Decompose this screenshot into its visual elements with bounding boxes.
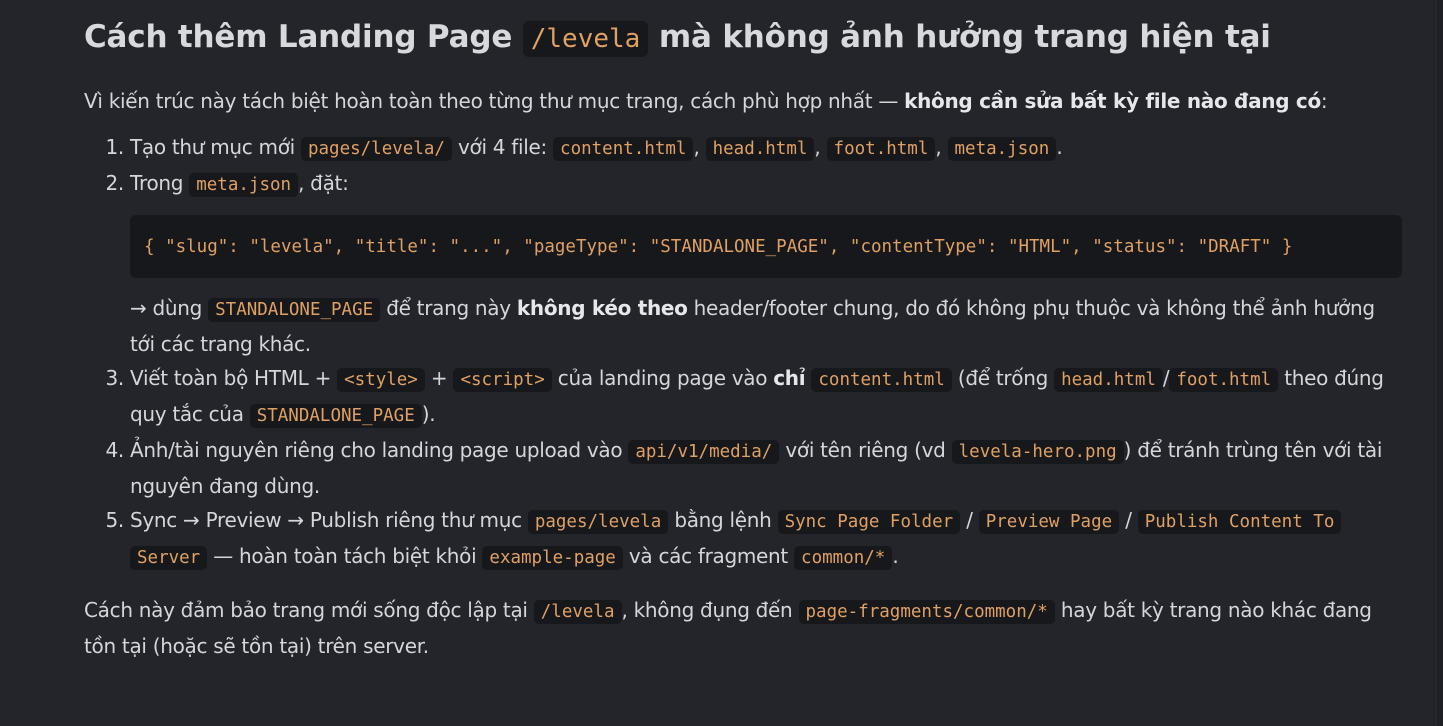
- inline-code: <style>: [337, 368, 425, 392]
- inline-code: example-page: [482, 546, 623, 570]
- bold-text: chỉ: [773, 366, 806, 390]
- step-note: → dùng STANDALONE_PAGE để trang này khôn…: [130, 296, 1375, 356]
- bold-text: không kéo theo: [516, 296, 688, 320]
- inline-code: Server: [130, 546, 208, 570]
- code-block[interactable]: { "slug": "levela", "title": "...", "pag…: [130, 215, 1402, 278]
- chat-message-content: Cách thêm Landing Page /levela mà không …: [84, 0, 1402, 663]
- inline-code: common/*: [794, 546, 893, 570]
- inline-code: meta.json: [189, 173, 299, 197]
- inline-code: pages/levela/: [300, 137, 452, 161]
- inline-code: content.html: [811, 368, 952, 392]
- section-heading: Cách thêm Landing Page /levela mà không …: [84, 19, 1271, 57]
- inline-code: foot.html: [826, 137, 936, 161]
- list-item: Sync → Preview → Publish riêng thư mục p…: [130, 503, 1402, 575]
- list-item: Trong meta.json, đặt: { "slug": "levela"…: [130, 166, 1402, 361]
- inline-code: head.html: [705, 137, 815, 161]
- list-item: Ảnh/tài nguyên riêng cho landing page up…: [130, 433, 1402, 503]
- inline-code: head.html: [1054, 368, 1163, 392]
- inline-code: Preview Page: [978, 510, 1120, 534]
- bold-text: không cần sửa bất kỳ file nào đang có: [904, 89, 1321, 113]
- inline-code: /levela: [533, 600, 622, 624]
- inline-code: Sync Page Folder: [777, 510, 961, 534]
- intro-paragraph: Vì kiến trúc này tách biệt hoàn toàn the…: [84, 89, 1328, 113]
- inline-code: meta.json: [947, 137, 1057, 161]
- inline-code: /levela: [522, 21, 649, 57]
- inline-code: Publish Content To: [1137, 510, 1342, 534]
- inline-code: STANDALONE_PAGE: [208, 298, 381, 322]
- inline-code: page-fragments/common/*: [798, 600, 1055, 624]
- inline-code: content.html: [553, 137, 694, 161]
- steps-list: Tạo thư mục mới pages/levela/ với 4 file…: [84, 130, 1402, 575]
- inline-code: pages/levela: [527, 510, 669, 534]
- list-item: Viết toàn bộ HTML + <style> + <script> c…: [130, 361, 1402, 433]
- scrollbar-track[interactable]: [1437, 0, 1443, 726]
- code-block-text: { "slug": "levela", "title": "...", "pag…: [144, 236, 1293, 257]
- inline-code: foot.html: [1169, 368, 1279, 392]
- inline-code: api/v1/media/: [628, 440, 780, 464]
- outro-paragraph: Cách này đảm bảo trang mới sống độc lập …: [84, 598, 1372, 658]
- inline-code: STANDALONE_PAGE: [249, 404, 422, 428]
- list-item: Tạo thư mục mới pages/levela/ với 4 file…: [130, 130, 1402, 166]
- inline-code: <script>: [453, 368, 552, 392]
- inline-code: levela-hero.png: [951, 440, 1124, 464]
